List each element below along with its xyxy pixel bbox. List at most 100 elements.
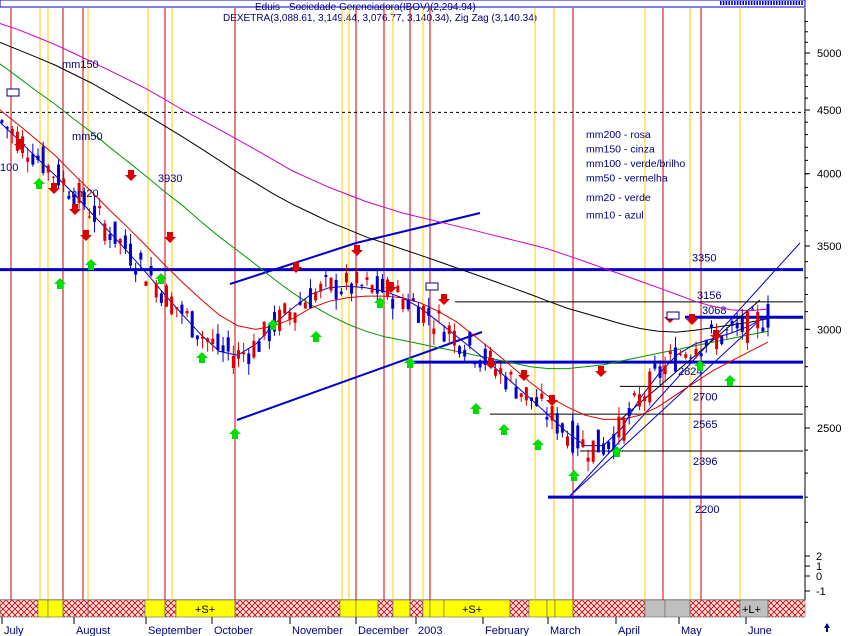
price-bar-body <box>370 285 374 293</box>
price-bar-body <box>283 303 287 314</box>
price-bar-body <box>329 277 333 291</box>
price-bar-body <box>344 272 348 283</box>
signal-strip-segment <box>47 599 64 618</box>
ma-legend-item: mm20 - verde <box>586 192 651 204</box>
x-axis-label: May <box>681 625 702 636</box>
price-bar-body <box>581 439 585 447</box>
price-bar-body <box>41 146 45 173</box>
level-label: 2396 <box>693 456 717 468</box>
price-bar-body <box>689 357 693 359</box>
price-bar-body <box>165 285 169 307</box>
price-bar-body <box>226 337 230 352</box>
signal-label-s1: +S+ <box>195 604 215 616</box>
price-bar-body <box>293 312 297 323</box>
price-bar-body <box>442 331 446 342</box>
signal-strip-segment <box>87 599 146 618</box>
price-bar-body <box>458 346 462 354</box>
chart-header-line2: DEXETRA(3,088.61, 3,149.44, 3,076.77, 3,… <box>223 13 537 24</box>
price-bar-body <box>216 333 220 351</box>
price-bar-body <box>252 340 256 358</box>
top-band-tick <box>722 1 725 5</box>
price-bar-body <box>452 330 456 346</box>
price-bar-body <box>324 274 328 277</box>
price-bar-body <box>26 157 30 162</box>
signal-label-l: +L+ <box>742 604 761 616</box>
top-band-tick <box>725 1 728 5</box>
price-bar-body <box>586 457 590 462</box>
y-tick-label: 3500 <box>817 241 841 253</box>
price-bar-body <box>236 350 240 359</box>
price-bar-body <box>57 164 61 186</box>
top-band-tick <box>790 1 792 5</box>
signal-strip-segment <box>339 599 357 618</box>
top-band-tick <box>776 1 778 5</box>
price-bar-body <box>488 350 492 358</box>
price-bar-body <box>632 393 636 396</box>
price-bar-body <box>360 285 364 287</box>
price-bar-body <box>247 353 251 364</box>
price-bar-body <box>735 322 739 329</box>
price-bar-body <box>416 306 420 323</box>
price-bar-body <box>334 279 338 300</box>
x-axis-label: June <box>748 625 772 636</box>
top-band-tick <box>734 1 736 5</box>
signal-strip-segment <box>355 599 379 618</box>
stock-chart: Eduis - Sociedade Gerenciadora(IBOV)(2,2… <box>0 0 849 636</box>
level-label: 3350 <box>692 253 716 265</box>
top-band-tick <box>801 1 803 5</box>
ma-label-50: mm50 <box>72 131 103 143</box>
price-bar-body <box>339 291 343 295</box>
top-band-tick <box>742 1 744 5</box>
signal-strip-segment <box>62 599 89 618</box>
price-bar-body <box>303 302 307 309</box>
price-bar-body <box>756 311 760 329</box>
price-bar-body <box>5 126 9 129</box>
ma-legend-item: mm50 - vermelha <box>586 173 668 185</box>
top-band-tick <box>795 1 798 5</box>
price-bar-body <box>401 298 405 310</box>
price-bar-body <box>514 386 518 399</box>
price-bar-body <box>0 120 4 123</box>
price-bar-body <box>93 205 97 222</box>
price-bar-body <box>62 178 66 186</box>
price-bar-body <box>411 298 415 301</box>
price-bar-body <box>308 288 312 308</box>
price-bar-body <box>149 265 153 276</box>
price-bar-body <box>154 282 158 298</box>
price-bar-body <box>751 308 755 310</box>
price-bar-body <box>103 223 107 241</box>
price-bar-body <box>576 425 580 449</box>
price-bar-body <box>195 335 199 340</box>
signal-strip-segment <box>572 599 646 618</box>
price-bar-body <box>627 408 631 417</box>
top-band-tick <box>778 1 781 5</box>
signal-strip-segment <box>528 599 548 618</box>
top-band-tick <box>759 1 761 5</box>
top-band-tick <box>770 1 772 5</box>
price-bar-body <box>391 298 395 309</box>
price-bar-body <box>432 328 436 335</box>
y-tick-label: 2500 <box>817 423 841 435</box>
top-band-tick <box>781 1 784 5</box>
price-bar-body <box>519 393 523 397</box>
top-band-tick <box>767 1 770 5</box>
top-band-tick <box>798 1 800 5</box>
ma-legend-item: mm10 - azul <box>586 210 644 222</box>
ma-legend-item: mm200 - rosa <box>586 129 651 141</box>
ma-legend-item: mm150 - cinza <box>586 144 655 156</box>
price-bar-body <box>375 276 379 294</box>
top-band-tick <box>773 1 775 5</box>
level-label: 3156 <box>697 290 721 302</box>
signal-strip-segment <box>767 599 806 618</box>
price-bar-body <box>365 277 369 280</box>
price-bar-body <box>200 336 204 339</box>
price-bar-body <box>730 320 734 326</box>
price-bar-body <box>740 316 744 333</box>
price-bar-body <box>694 348 698 357</box>
price-bar-body <box>643 396 647 401</box>
price-bar-body <box>679 353 683 355</box>
price-bar-body <box>601 443 605 455</box>
top-band-tick <box>756 1 758 5</box>
x-axis-label: 2003 <box>418 625 442 636</box>
price-bar-body <box>596 429 600 453</box>
